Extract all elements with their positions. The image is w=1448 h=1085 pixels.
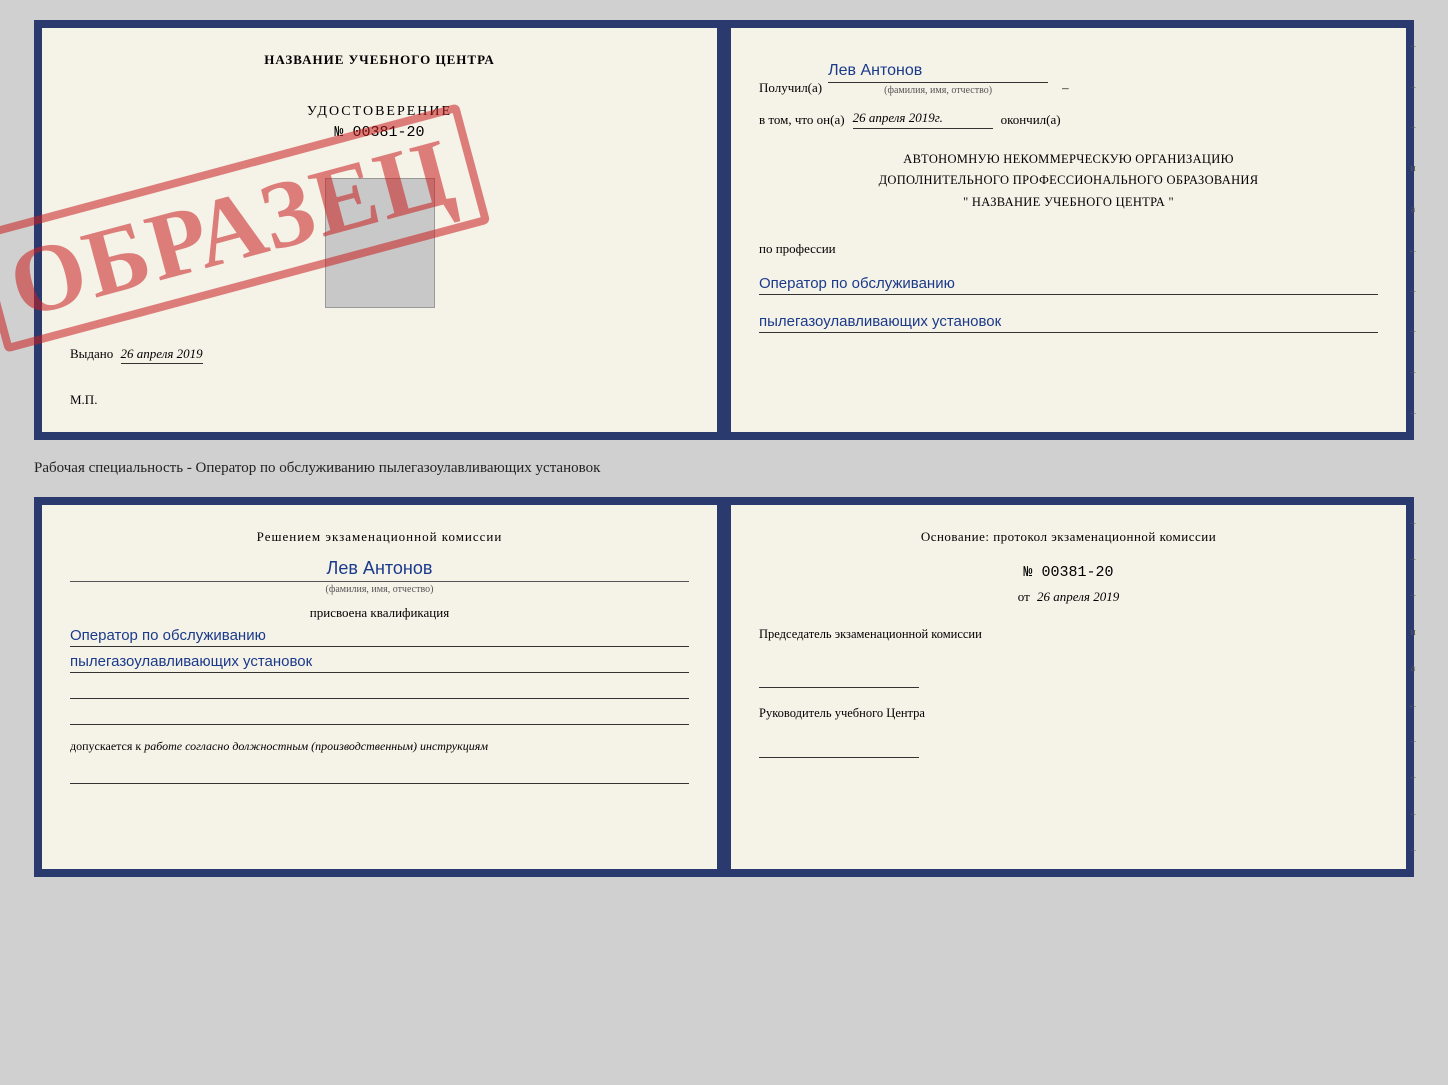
right-side-marks-top: – – – и а ← – – – – bbox=[1408, 28, 1418, 432]
org-line2: ДОПОЛНИТЕЛЬНОГО ПРОФЕССИОНАЛЬНОГО ОБРАЗО… bbox=[759, 170, 1378, 191]
resolution-title: Решением экзаменационной комиссии bbox=[70, 527, 689, 548]
osnovanie-title: Основание: протокол экзаменационной коми… bbox=[759, 527, 1378, 548]
udostoverenie-number: № 00381-20 bbox=[307, 124, 452, 141]
document-container: НАЗВАНИЕ УЧЕБНОГО ЦЕНТРА УДОСТОВЕРЕНИЕ №… bbox=[34, 20, 1414, 877]
date-value: 26 апреля 2019г. bbox=[853, 110, 993, 129]
po-professii-label: по профессии bbox=[759, 241, 1378, 257]
org-line1: АВТОНОМНУЮ НЕКОММЕРЧЕСКУЮ ОРГАНИЗАЦИЮ bbox=[759, 149, 1378, 170]
ot-date: от 26 апреля 2019 bbox=[759, 589, 1378, 605]
blank-line-1 bbox=[70, 679, 689, 699]
vydano-label: Выдано bbox=[70, 346, 113, 361]
bottom-left-page: Решением экзаменационной комиссии Лев Ан… bbox=[42, 505, 717, 869]
bottom-divider bbox=[717, 505, 731, 869]
vtom-label: в том, что он(а) bbox=[759, 112, 845, 128]
subtitle-text: Рабочая специальность - Оператор по обсл… bbox=[34, 458, 1414, 479]
fio-hint-bottom: (фамилия, имя, отчество) bbox=[70, 581, 689, 595]
vydano-line: Выдано 26 апреля 2019 bbox=[70, 346, 689, 362]
center-binding-top bbox=[717, 28, 731, 432]
bottom-right-page: Основание: протокол экзаменационной коми… bbox=[731, 505, 1406, 869]
ot-date-value: 26 апреля 2019 bbox=[1037, 589, 1119, 604]
mp-line: М.П. bbox=[70, 392, 689, 408]
okonchil-label: окончил(а) bbox=[1001, 112, 1061, 128]
qualification-line1: Оператор по обслуживанию bbox=[70, 627, 689, 647]
top-certificate-spread: НАЗВАНИЕ УЧЕБНОГО ЦЕНТРА УДОСТОВЕРЕНИЕ №… bbox=[34, 20, 1414, 440]
udostoverenie-block: УДОСТОВЕРЕНИЕ № 00381-20 bbox=[307, 104, 452, 141]
vtom-row: в том, что он(а) 26 апреля 2019г. окончи… bbox=[759, 110, 1378, 129]
qualification-line2: пылегазоулавливающих установок bbox=[70, 653, 689, 673]
blank-line-3 bbox=[70, 764, 689, 784]
org-line3: " НАЗВАНИЕ УЧЕБНОГО ЦЕНТРА " bbox=[759, 192, 1378, 213]
blank-line-2 bbox=[70, 705, 689, 725]
rukovoditel-signature-line bbox=[759, 738, 919, 758]
dopuskaetsya-label: допускается к bbox=[70, 739, 141, 753]
poluchil-name: Лев Антонов bbox=[828, 62, 1048, 83]
photo-placeholder bbox=[325, 178, 435, 308]
profession-line1-top: Оператор по обслуживанию bbox=[759, 275, 1378, 295]
top-right-page: Получил(а) Лев Антонов (фамилия, имя, от… bbox=[731, 28, 1406, 432]
side-marks-bottom: – – – и а ← – – – – bbox=[1408, 505, 1418, 869]
fio-hint-top: (фамилия, имя, отчество) bbox=[828, 85, 1048, 96]
protocol-number-bottom: № 00381-20 bbox=[759, 564, 1378, 581]
poluchil-label: Получил(а) bbox=[759, 80, 822, 96]
vydano-date: 26 апреля 2019 bbox=[121, 346, 203, 364]
person-name-bottom: Лев Антонов bbox=[70, 558, 689, 579]
udostoverenie-title: УДОСТОВЕРЕНИЕ bbox=[307, 104, 452, 120]
prisvoena-label: присвоена квалификация bbox=[70, 605, 689, 621]
dopuskaetsya-italic: работе согласно должностным (производств… bbox=[144, 739, 488, 753]
bottom-certificate-spread: Решением экзаменационной комиссии Лев Ан… bbox=[34, 497, 1414, 877]
ot-label: от bbox=[1018, 589, 1030, 604]
school-name-top: НАЗВАНИЕ УЧЕБНОГО ЦЕНТРА bbox=[264, 52, 495, 68]
org-block: АВТОНОМНУЮ НЕКОММЕРЧЕСКУЮ ОРГАНИЗАЦИЮ ДО… bbox=[759, 149, 1378, 213]
rukovoditel-label: Руководитель учебного Центра bbox=[759, 704, 1378, 723]
chairman-label: Председатель экзаменационной комиссии bbox=[759, 625, 1378, 644]
top-left-page: НАЗВАНИЕ УЧЕБНОГО ЦЕНТРА УДОСТОВЕРЕНИЕ №… bbox=[42, 28, 717, 432]
chairman-signature-line bbox=[759, 668, 919, 688]
dopuskaetsya-block: допускается к работе согласно должностны… bbox=[70, 739, 689, 754]
profession-line2-top: пылегазоулавливающих установок bbox=[759, 313, 1378, 333]
poluchil-name-block: Лев Антонов (фамилия, имя, отчество) bbox=[828, 62, 1048, 96]
poluchil-row: Получил(а) Лев Антонов (фамилия, имя, от… bbox=[759, 62, 1378, 96]
